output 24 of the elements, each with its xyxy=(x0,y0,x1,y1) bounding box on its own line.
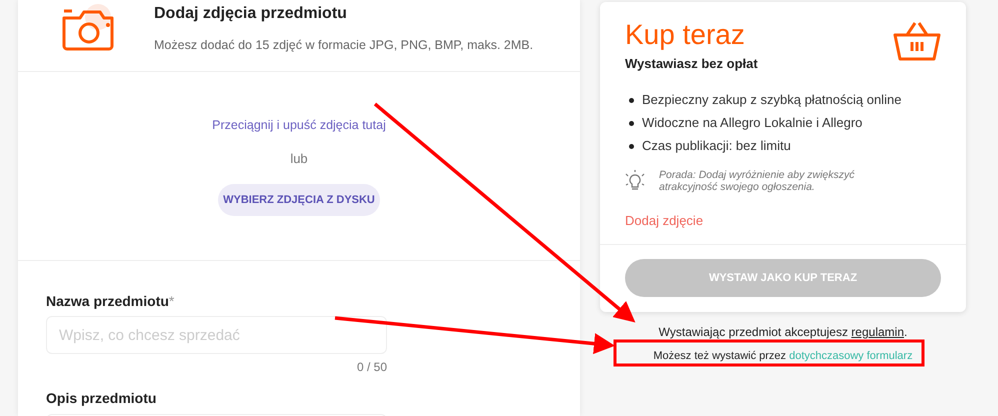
lightbulb-icon xyxy=(625,170,645,192)
feature-text: Bezpieczny zakup z szybką płatnością online xyxy=(642,91,902,110)
terms-text: Wystawiając przedmiot akceptujesz regulamin. xyxy=(658,324,908,341)
legacy-form-text: Możesz też wystawić przez dotychczasowy formularz xyxy=(653,349,913,363)
feature-text: Czas publikacji: bez limitu xyxy=(642,137,791,156)
section-title: Dodaj zdjęcia przedmiotu xyxy=(154,4,348,24)
bullet-icon xyxy=(629,98,634,102)
choose-photos-button[interactable]: WYBIERZ ZDJĘCIA Z DYSKU xyxy=(218,184,380,216)
terms-link[interactable]: regulamin xyxy=(851,325,904,339)
feature-text: Widoczne na Allegro Lokalnie i Allegro xyxy=(642,114,862,132)
or-label: lub xyxy=(290,150,308,168)
validation-message: Dodaj zdjęcie xyxy=(625,212,704,230)
basket-icon xyxy=(893,21,941,61)
field-label: Nazwa przedmiotu xyxy=(46,292,169,311)
offer-subtitle: Wystawiasz bez opłat xyxy=(625,55,759,73)
offer-title: Kup teraz xyxy=(625,18,745,52)
bullet-icon xyxy=(629,144,634,148)
tip-text: Porada: Dodaj wyróżnienie aby zwiększyć atrakcyjność swojego ogłoszenia. xyxy=(659,168,856,192)
character-counter: 0 / 50 xyxy=(356,359,387,376)
required-mark: * xyxy=(168,292,174,311)
section-subtitle: Możesz dodać do 15 zdjęć w formacie JPG, PNG, BMP, maks. 2MB. xyxy=(154,37,534,54)
field-label: Opis przedmiotu xyxy=(46,389,158,408)
drop-zone-hint: Przeciągnij i upuść zdjęcia tutaj xyxy=(212,117,386,134)
bullet-icon xyxy=(629,120,634,126)
